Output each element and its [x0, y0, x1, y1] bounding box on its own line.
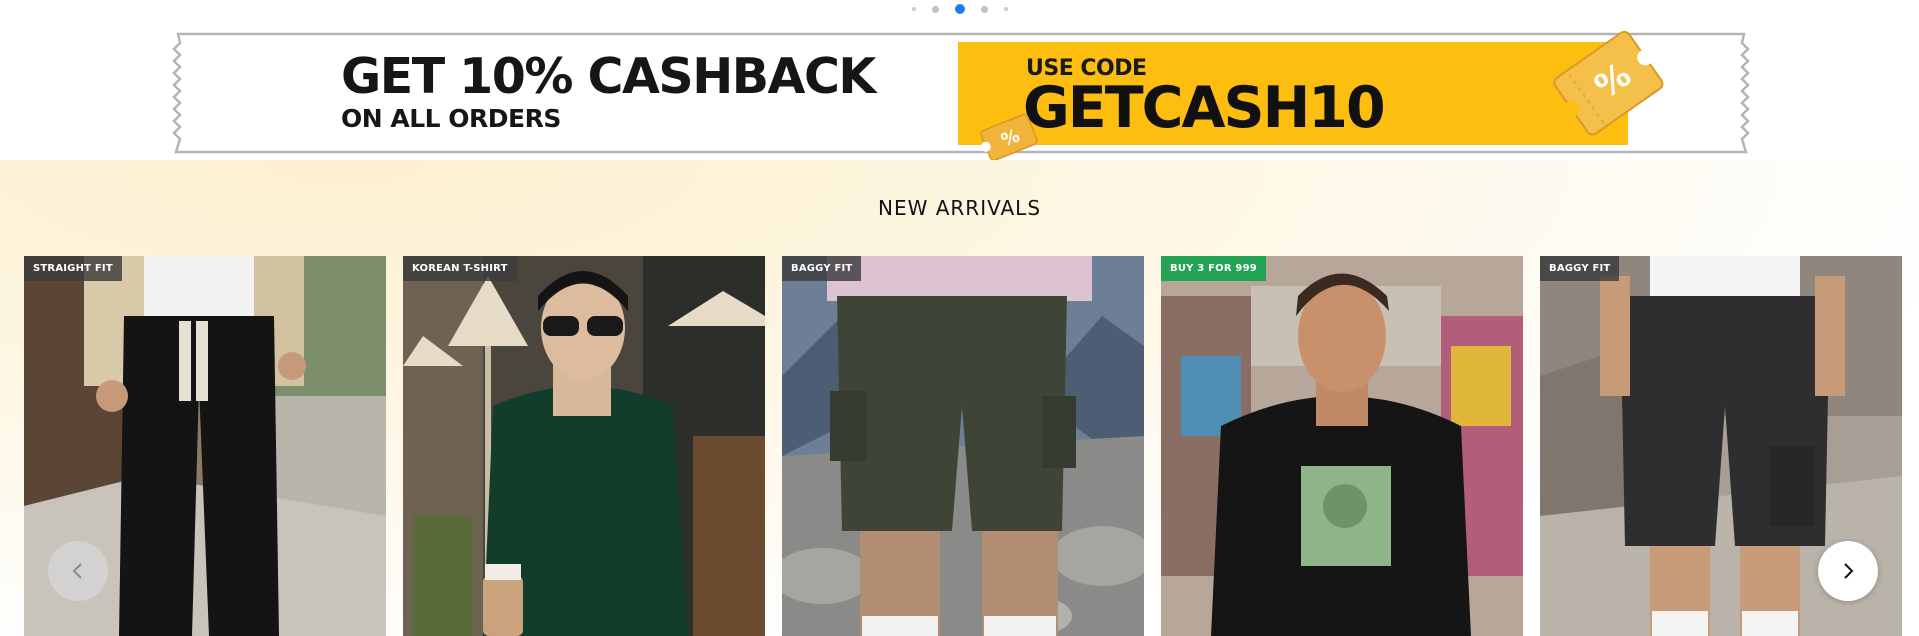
- carousel-next-button[interactable]: [1818, 541, 1878, 601]
- product-carousel: STRAIGHT FIT KOREAN T-SHIRT BAGGY FIT BU…: [24, 256, 1904, 636]
- promo-code-value: GETCASH10: [1023, 75, 1386, 141]
- chevron-left-icon: [72, 563, 82, 579]
- section-title: NEW ARRIVALS: [877, 196, 1042, 220]
- carousel-dots: [0, 4, 1919, 14]
- product-image[interactable]: [782, 256, 1144, 636]
- carousel-dot[interactable]: [931, 5, 939, 13]
- product-badge: KOREAN T-SHIRT: [403, 256, 517, 281]
- discount-ticket-icon: %: [1553, 30, 1664, 136]
- new-arrivals-section: NEW ARRIVALS STRAIGHT FIT KOREAN T-SHIRT…: [0, 160, 1919, 636]
- product-badge: STRAIGHT FIT: [24, 256, 122, 281]
- product-badge: BAGGY FIT: [1540, 256, 1620, 281]
- cashback-text: GET 10% CASHBACK ON ALL ORDERS: [341, 48, 876, 133]
- promo-code-box: USE CODE GETCASH10: [958, 42, 1628, 145]
- cashback-subline: ON ALL ORDERS: [341, 104, 561, 133]
- carousel-dot[interactable]: [980, 5, 988, 13]
- product-card[interactable]: BUY 3 FOR 999: [1161, 256, 1523, 636]
- discount-ticket-icon: %: [980, 113, 1038, 162]
- carousel-prev-button[interactable]: [48, 541, 108, 601]
- carousel-dot[interactable]: [1003, 7, 1008, 11]
- carousel-dot[interactable]: [911, 7, 916, 11]
- product-card[interactable]: BAGGY FIT: [782, 256, 1144, 636]
- chevron-right-icon: [1844, 563, 1854, 579]
- product-image[interactable]: [1161, 256, 1523, 636]
- product-image[interactable]: [403, 256, 765, 636]
- product-badge: BUY 3 FOR 999: [1161, 256, 1266, 281]
- product-card[interactable]: KOREAN T-SHIRT: [403, 256, 765, 636]
- cashback-promo-banner[interactable]: GET 10% CASHBACK ON ALL ORDERS USE CODE …: [168, 30, 1754, 162]
- product-badge: BAGGY FIT: [782, 256, 862, 281]
- cashback-headline: GET 10% CASHBACK: [341, 48, 876, 105]
- carousel-dot-active[interactable]: [954, 4, 965, 14]
